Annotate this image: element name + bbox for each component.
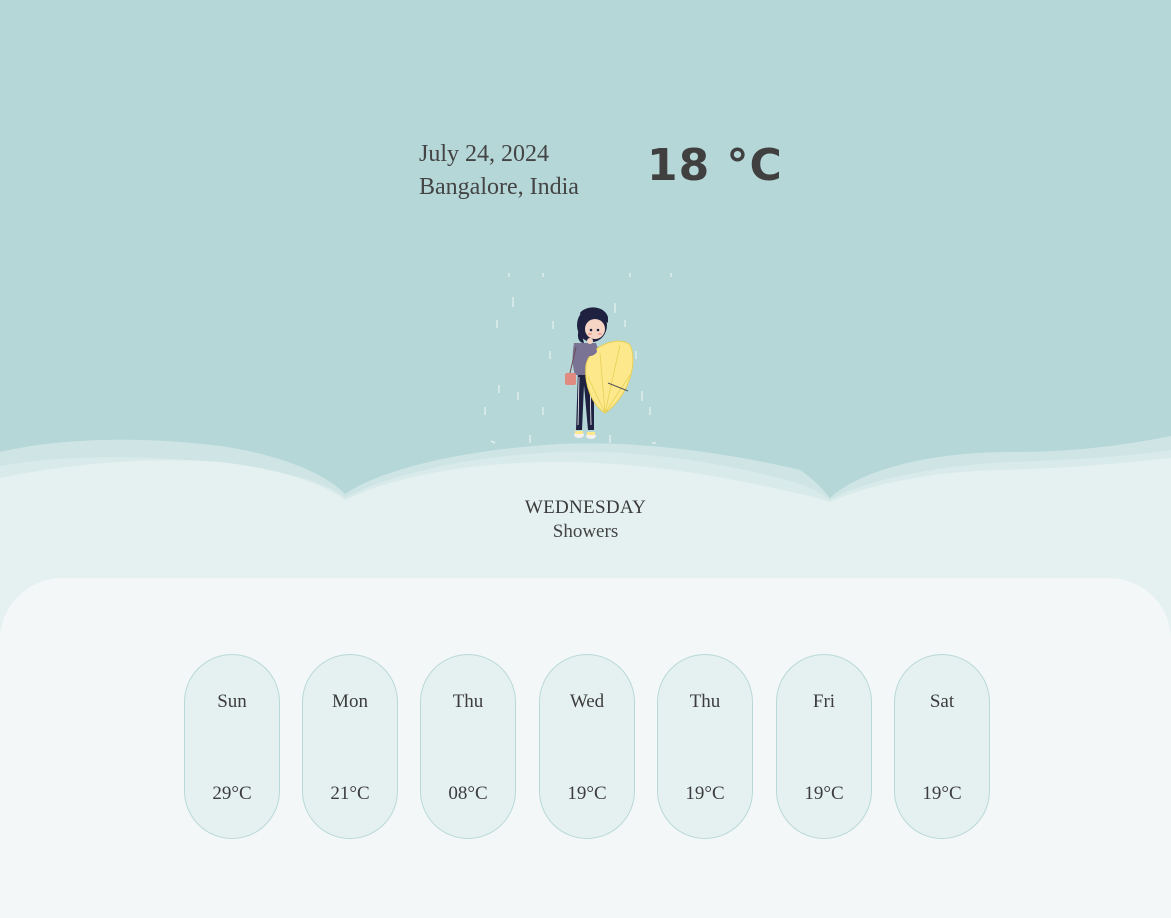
forecast-day-card[interactable]: Sat 19°C	[894, 654, 990, 839]
forecast-day-temp: 19°C	[922, 783, 962, 804]
forecast-day-card[interactable]: Thu 08°C	[420, 654, 516, 839]
forecast-day-label: Sun	[217, 691, 247, 712]
forecast-day-temp: 08°C	[448, 783, 488, 804]
forecast-day-card[interactable]: Thu 19°C	[657, 654, 753, 839]
forecast-day-card[interactable]: Sun 29°C	[184, 654, 280, 839]
forecast-day-label: Mon	[332, 691, 368, 712]
forecast-day-temp: 21°C	[330, 783, 370, 804]
forecast-day-card[interactable]: Wed 19°C	[539, 654, 635, 839]
forecast-day-label: Thu	[452, 691, 484, 712]
forecast-day-label: Wed	[569, 691, 605, 712]
forecast-day-temp: 29°C	[212, 783, 252, 804]
weather-scene: July 24, 2024 Bangalore, India 18 °C WED…	[0, 0, 1171, 918]
current-date: July 24, 2024	[419, 141, 550, 167]
forecast-day-temp: 19°C	[567, 783, 607, 804]
weekly-forecast: Sun 29°C Mon 21°C Thu 08°C Wed 19°C Thu …	[184, 654, 1004, 842]
current-location: Bangalore, India	[419, 174, 579, 200]
current-weather-header: July 24, 2024 Bangalore, India 18 °C	[419, 138, 782, 208]
forecast-day-card[interactable]: Fri 19°C	[776, 654, 872, 839]
forecast-day-card[interactable]: Mon 21°C	[302, 654, 398, 839]
current-temperature: 18 °C	[647, 140, 783, 191]
forecast-day-label: Sat	[929, 691, 955, 712]
girl-with-umbrella-in-rain-icon	[484, 273, 672, 444]
forecast-day-label: Thu	[689, 691, 721, 712]
current-condition: Showers	[552, 521, 619, 542]
current-day-name: WEDNESDAY	[524, 497, 647, 518]
forecast-day-temp: 19°C	[685, 783, 725, 804]
forecast-day-label: Fri	[812, 691, 836, 712]
forecast-day-temp: 19°C	[804, 783, 844, 804]
